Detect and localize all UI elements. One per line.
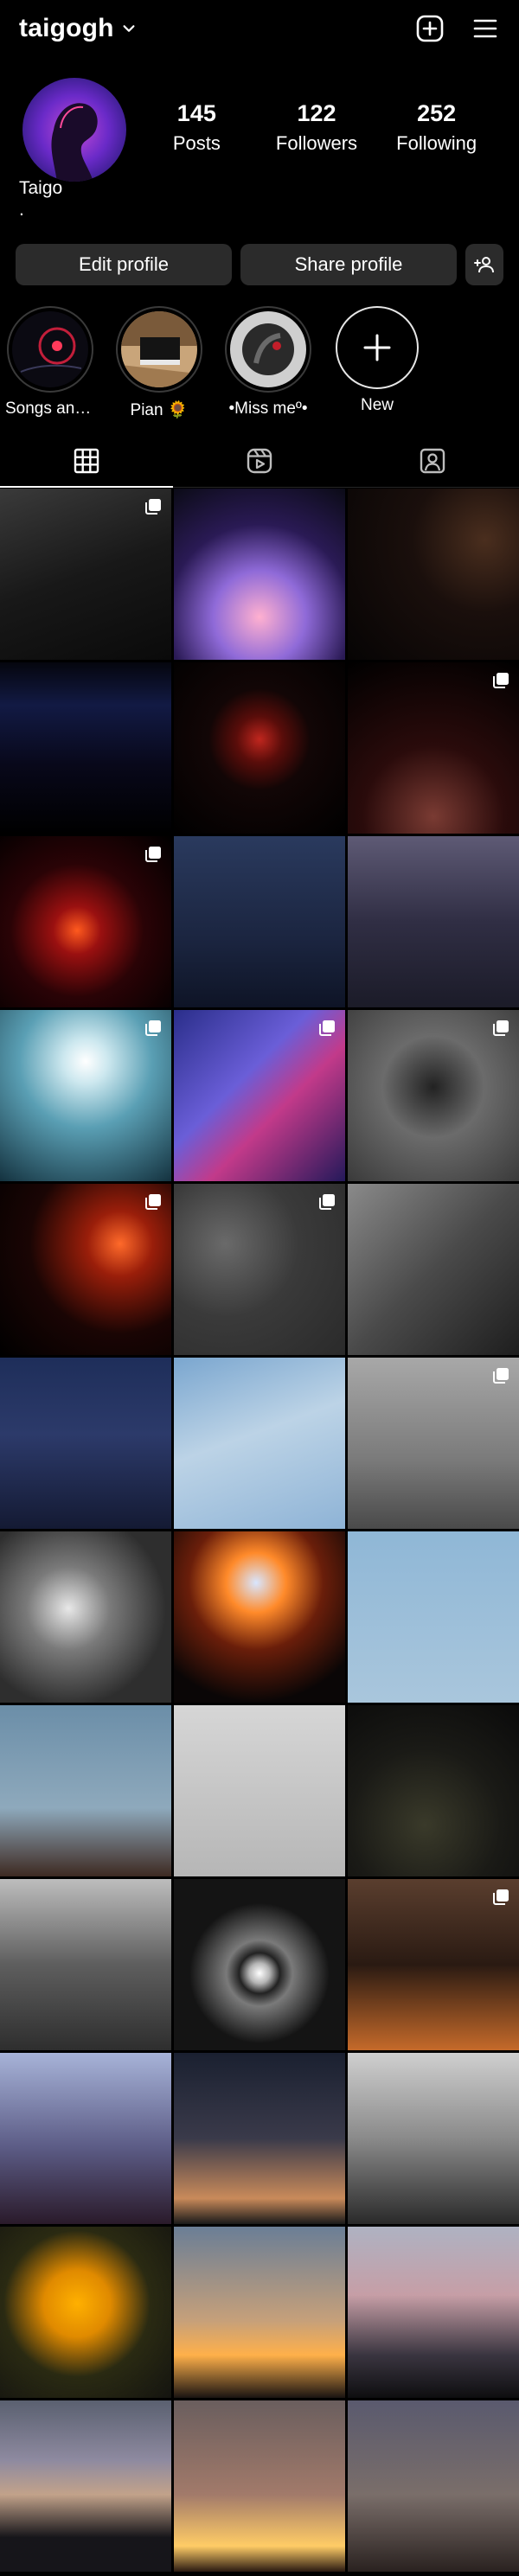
highlight-cover	[121, 311, 197, 387]
multiple-photos-icon	[145, 1194, 161, 1210]
discover-people-button[interactable]	[465, 244, 503, 285]
highlight-ring	[225, 306, 311, 393]
post-thumbnail[interactable]	[348, 1531, 519, 1703]
chevron-down-icon	[121, 21, 137, 36]
highlight-label: New	[360, 396, 394, 414]
post-thumbnail[interactable]	[174, 1358, 345, 1529]
add-person-icon	[474, 257, 494, 273]
post-thumbnail[interactable]	[174, 1531, 345, 1703]
hamburger-menu-icon[interactable]	[471, 14, 500, 43]
account-switcher[interactable]: taigogh	[19, 14, 137, 43]
post-thumbnail[interactable]	[0, 489, 171, 660]
highlight-ring	[116, 306, 202, 393]
stat-value: 122	[297, 100, 336, 126]
post-thumbnail[interactable]	[0, 1010, 171, 1181]
stat-followers[interactable]: 122 Followers	[273, 100, 360, 155]
multiple-photos-icon	[319, 1020, 335, 1036]
multiple-photos-icon	[493, 1020, 509, 1036]
highlight-songs[interactable]: Songs and O...	[5, 306, 95, 427]
multiple-photos-icon	[493, 673, 509, 688]
post-thumbnail[interactable]	[0, 662, 171, 834]
stat-posts[interactable]: 145 Posts	[153, 100, 240, 155]
post-thumbnail[interactable]	[174, 489, 345, 660]
multiple-photos-icon	[145, 1020, 161, 1036]
story-highlights: Songs and O... Pian 🌻 •Miss meº• New	[0, 306, 519, 427]
tagged-person-icon	[420, 448, 445, 473]
new-highlight-ring	[336, 306, 419, 389]
post-thumbnail[interactable]	[0, 2053, 171, 2224]
stat-label: Following	[396, 132, 477, 154]
post-thumbnail[interactable]	[0, 1184, 171, 1355]
post-thumbnail[interactable]	[0, 1879, 171, 2050]
multiple-photos-icon	[493, 1889, 509, 1905]
profile-tabs	[0, 434, 519, 488]
post-thumbnail[interactable]	[174, 1010, 345, 1181]
posts-grid	[0, 489, 519, 2572]
post-thumbnail[interactable]	[174, 836, 345, 1007]
username: taigogh	[19, 14, 114, 42]
reels-icon	[247, 448, 272, 473]
post-thumbnail[interactable]	[348, 1184, 519, 1355]
multiple-photos-icon	[145, 847, 161, 862]
post-thumbnail[interactable]	[348, 2053, 519, 2224]
edit-profile-button[interactable]: Edit profile	[16, 244, 232, 285]
stat-label: Posts	[172, 132, 221, 154]
tab-reels[interactable]	[173, 434, 346, 487]
post-thumbnail[interactable]	[0, 2400, 171, 2572]
post-thumbnail[interactable]	[174, 2400, 345, 2572]
multiple-photos-icon	[493, 1368, 509, 1384]
multiple-photos-icon	[145, 499, 161, 515]
post-thumbnail[interactable]	[0, 836, 171, 1007]
highlight-label: Pian 🌻	[130, 401, 189, 419]
plus-square-icon[interactable]	[415, 14, 445, 43]
post-thumbnail[interactable]	[0, 1531, 171, 1703]
highlight-cover	[230, 311, 306, 387]
highlight-label: •Miss meº•	[228, 400, 308, 418]
post-thumbnail[interactable]	[0, 2227, 171, 2398]
post-thumbnail[interactable]	[348, 1010, 519, 1181]
highlight-new[interactable]: New	[332, 306, 422, 427]
post-thumbnail[interactable]	[348, 1358, 519, 1529]
tab-posts[interactable]	[0, 434, 173, 488]
profile-actions: Edit profile Share profile	[0, 244, 519, 285]
highlight-ring	[7, 306, 93, 393]
highlight-cover	[12, 311, 88, 387]
grid-icon	[74, 448, 99, 473]
post-thumbnail[interactable]	[348, 1879, 519, 2050]
post-thumbnail[interactable]	[348, 1705, 519, 1876]
post-thumbnail[interactable]	[348, 662, 519, 834]
highlight-pian[interactable]: Pian 🌻	[114, 306, 204, 427]
plus-icon	[363, 334, 391, 361]
stats: 145 Posts 122 Followers 252 Following	[126, 100, 497, 155]
post-thumbnail[interactable]	[0, 1358, 171, 1529]
post-thumbnail[interactable]	[348, 2227, 519, 2398]
post-thumbnail[interactable]	[348, 836, 519, 1007]
bio: .	[19, 200, 24, 220]
tab-tagged[interactable]	[346, 434, 519, 487]
post-thumbnail[interactable]	[348, 489, 519, 660]
stat-value: 252	[417, 100, 457, 126]
stat-following[interactable]: 252 Following	[394, 100, 480, 155]
highlight-miss-me[interactable]: •Miss meº•	[223, 306, 313, 427]
multiple-photos-icon	[319, 1194, 335, 1210]
post-thumbnail[interactable]	[174, 1705, 345, 1876]
avatar[interactable]	[22, 78, 126, 182]
stat-label: Followers	[275, 132, 358, 154]
profile-header: 145 Posts 122 Followers 252 Following	[0, 57, 519, 182]
share-profile-button[interactable]: Share profile	[240, 244, 457, 285]
post-thumbnail[interactable]	[0, 1705, 171, 1876]
post-thumbnail[interactable]	[174, 1879, 345, 2050]
highlight-label: Songs and O...	[5, 400, 95, 418]
stat-value: 145	[176, 100, 216, 126]
post-thumbnail[interactable]	[174, 662, 345, 834]
post-thumbnail[interactable]	[174, 1184, 345, 1355]
post-thumbnail[interactable]	[174, 2227, 345, 2398]
post-thumbnail[interactable]	[174, 2053, 345, 2224]
top-actions	[415, 14, 500, 43]
post-thumbnail[interactable]	[348, 2400, 519, 2572]
top-bar: taigogh	[0, 0, 519, 57]
